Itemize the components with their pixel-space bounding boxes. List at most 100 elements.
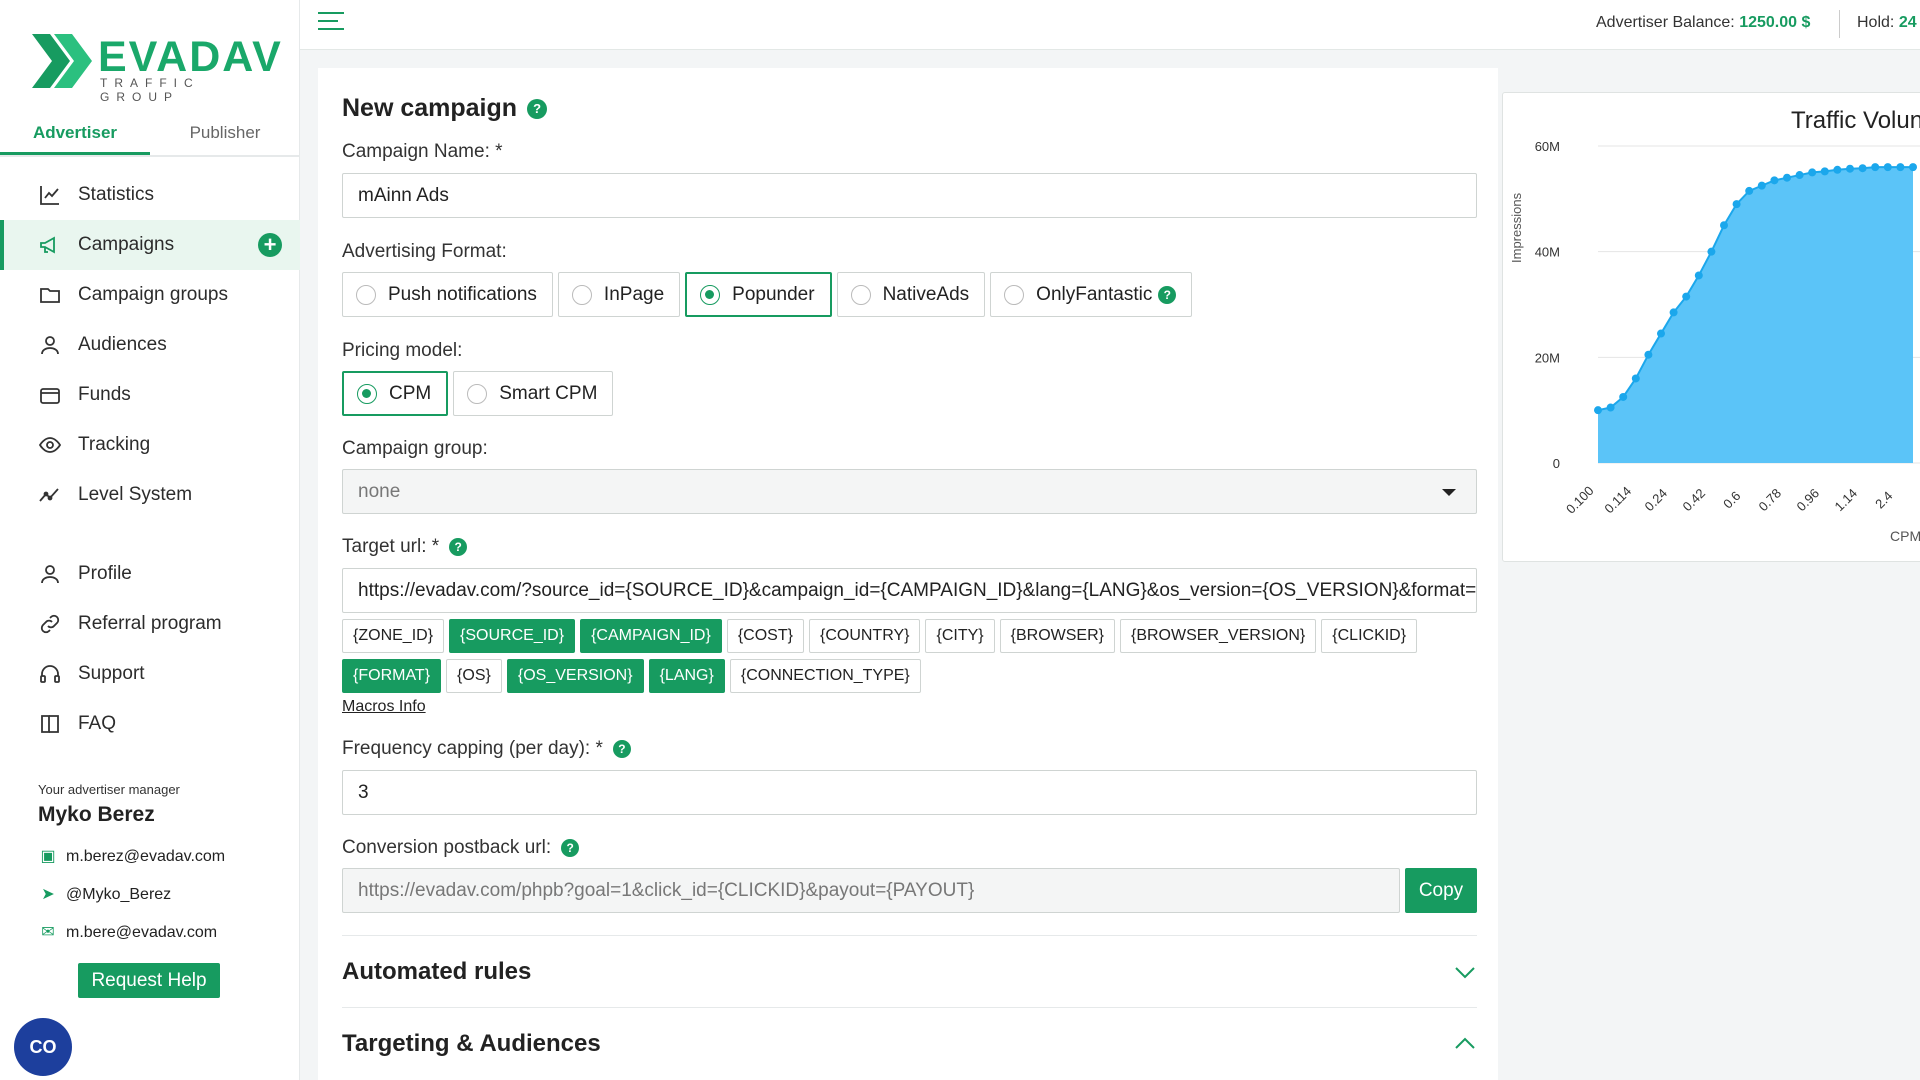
macro-tag[interactable]: {ZONE_ID} — [342, 619, 445, 653]
macro-tag[interactable]: {BROWSER_VERSION} — [1119, 619, 1317, 653]
radio-icon — [356, 284, 376, 305]
format-inpage[interactable]: InPage — [557, 272, 681, 317]
tab-advertiser[interactable]: Advertiser — [0, 115, 150, 155]
sidebar-item-level-system[interactable]: Level System — [0, 470, 300, 520]
manager-name: Myko Berez — [38, 803, 155, 826]
main-nav: Statistics Campaigns + Campaign groups A… — [0, 170, 300, 520]
macro-tag[interactable]: {OS} — [446, 659, 502, 693]
help-icon[interactable]: ? — [449, 538, 468, 556]
macro-tag[interactable]: {COST} — [726, 619, 804, 653]
page-title: New campaign ? — [342, 94, 548, 123]
x-tick-label: 1.14 — [1832, 486, 1861, 515]
format-nativeads[interactable]: NativeAds — [836, 272, 986, 317]
macro-tag[interactable]: {OS_VERSION} — [506, 659, 644, 693]
option-label: InPage — [603, 283, 665, 305]
frequency-capping-label: Frequency capping (per day): * ? — [342, 738, 631, 760]
help-icon[interactable]: ? — [527, 98, 548, 119]
section-automated-rules[interactable]: Automated rules — [342, 935, 1477, 1007]
pricing-cpm[interactable]: CPM — [342, 371, 449, 416]
sidebar-item-referral[interactable]: Referral program — [0, 599, 300, 649]
sidebar-item-campaigns[interactable]: Campaigns + — [0, 220, 300, 270]
radio-checked-icon — [700, 284, 721, 305]
macro-tag[interactable]: {FORMAT} — [342, 659, 442, 693]
pricing-smart-cpm[interactable]: Smart CPM — [453, 371, 614, 416]
conversion-postback-label: Conversion postback url: ? — [342, 837, 580, 859]
data-point — [1644, 350, 1653, 359]
tab-publisher[interactable]: Publisher — [150, 115, 300, 155]
sidebar-item-statistics[interactable]: Statistics — [0, 170, 300, 220]
macro-tag[interactable]: {CONNECTION_TYPE} — [729, 659, 921, 693]
data-point — [1694, 271, 1703, 280]
logo-wordmark: EVADAV — [98, 33, 283, 81]
macro-tag[interactable]: {CITY} — [925, 619, 995, 653]
radio-icon — [571, 284, 592, 305]
macro-tag[interactable]: {LANG} — [648, 659, 725, 693]
telegram-icon: ➤ — [41, 886, 55, 903]
pricing-model-label: Pricing model: — [342, 340, 463, 361]
sidebar-item-audiences[interactable]: Audiences — [0, 320, 300, 370]
data-point — [1783, 173, 1791, 182]
traffic-volume-chart: Traffic Volun Impressions CPM 60M 40M 20M 0… — [1502, 92, 1920, 562]
sidebar-item-faq[interactable]: FAQ — [0, 699, 300, 749]
sidebar-item-label: Statistics — [78, 184, 155, 205]
sidebar-item-profile[interactable]: Profile — [0, 549, 300, 599]
chevron-down-icon — [1442, 489, 1456, 496]
help-icon[interactable]: ? — [561, 839, 580, 857]
option-label: NativeAds — [882, 283, 970, 305]
eye-icon — [38, 437, 62, 453]
format-onlyfantastic[interactable]: OnlyFantastic? — [990, 272, 1193, 317]
data-point — [1883, 163, 1892, 172]
section-title: Targeting & Audiences — [342, 1029, 601, 1057]
data-point — [1820, 167, 1829, 176]
sidebar-item-campaign-groups[interactable]: Campaign groups — [0, 270, 300, 320]
manager-email[interactable]: ✉ m.bere@evadav.com — [38, 924, 217, 942]
chart-canvas: 60M 40M 20M 00.100 0.114 0.24 0.42 0.6 0.78 0.96 1… — [1535, 139, 1920, 517]
data-point — [1858, 164, 1867, 173]
request-help-button[interactable]: Request Help — [78, 963, 220, 998]
target-url-input[interactable]: https://evadav.com/?source_id={SOURCE_ID… — [342, 568, 1477, 613]
x-tick-label: 0.114 — [1601, 483, 1634, 516]
macro-tag[interactable]: {CLICKID} — [1321, 619, 1418, 653]
macro-tag[interactable]: {CAMPAIGN_ID} — [580, 619, 722, 653]
campaign-group-select[interactable]: none — [342, 469, 1477, 514]
sidebar-item-support[interactable]: Support — [0, 649, 300, 699]
manager-telegram[interactable]: ➤ @Myko_Berez — [38, 886, 171, 904]
new-campaign-form: New campaign ? Campaign Name: * mAinn Ad… — [318, 68, 1498, 1080]
copy-button[interactable]: Copy — [1405, 868, 1477, 913]
macro-tag[interactable]: {SOURCE_ID} — [449, 619, 576, 653]
frequency-capping-input[interactable]: 3 — [342, 770, 1477, 815]
advertising-format-options: Push notifications InPage Popunder Nativ… — [342, 272, 1193, 317]
x-tick-label: 0.96 — [1794, 486, 1823, 515]
help-icon[interactable]: ? — [612, 740, 631, 758]
macros-info-link[interactable]: Macros Info — [342, 698, 426, 716]
macro-tag[interactable]: {COUNTRY} — [808, 619, 921, 653]
help-icon[interactable]: ? — [1158, 285, 1177, 304]
balance-label: Advertiser Balance: — [1596, 14, 1735, 31]
area-fill — [1598, 167, 1913, 463]
logo-subtitle: TRAFFIC GROUP — [100, 76, 200, 104]
sidebar-item-funds[interactable]: Funds — [0, 370, 300, 420]
radio-icon — [467, 383, 488, 404]
manager-teams[interactable]: ▣ m.berez@evadav.com — [38, 848, 225, 866]
data-point — [1606, 403, 1615, 412]
divider — [1839, 10, 1840, 38]
conversion-postback-label-text: Conversion postback url: — [342, 837, 552, 858]
data-point — [1720, 221, 1728, 230]
x-tick-label: 0.6 — [1720, 488, 1743, 511]
y-tick-label: 40M — [1535, 245, 1560, 260]
menu-icon[interactable] — [318, 12, 344, 32]
logo-chevrons-icon — [32, 34, 92, 88]
macro-tag[interactable]: {BROWSER} — [999, 619, 1115, 653]
link-icon — [40, 614, 60, 634]
conversion-postback-input[interactable]: https://evadav.com/phpb?goal=1&click_id=… — [342, 868, 1400, 913]
role-tabs: Advertiser Publisher — [0, 115, 300, 157]
sidebar-item-tracking[interactable]: Tracking — [0, 420, 300, 470]
manager-telegram-text: @Myko_Berez — [66, 886, 172, 903]
section-targeting-audiences[interactable]: Targeting & Audiences — [342, 1007, 1477, 1079]
chat-widget-button[interactable]: CO — [14, 1018, 72, 1076]
campaign-name-input[interactable]: mAinn Ads — [342, 173, 1477, 218]
format-popunder[interactable]: Popunder — [685, 272, 832, 317]
format-push-notifications[interactable]: Push notifications — [342, 272, 553, 317]
logo[interactable]: EVADAV TRAFFIC GROUP — [32, 33, 281, 104]
add-campaign-button[interactable]: + — [258, 233, 282, 257]
